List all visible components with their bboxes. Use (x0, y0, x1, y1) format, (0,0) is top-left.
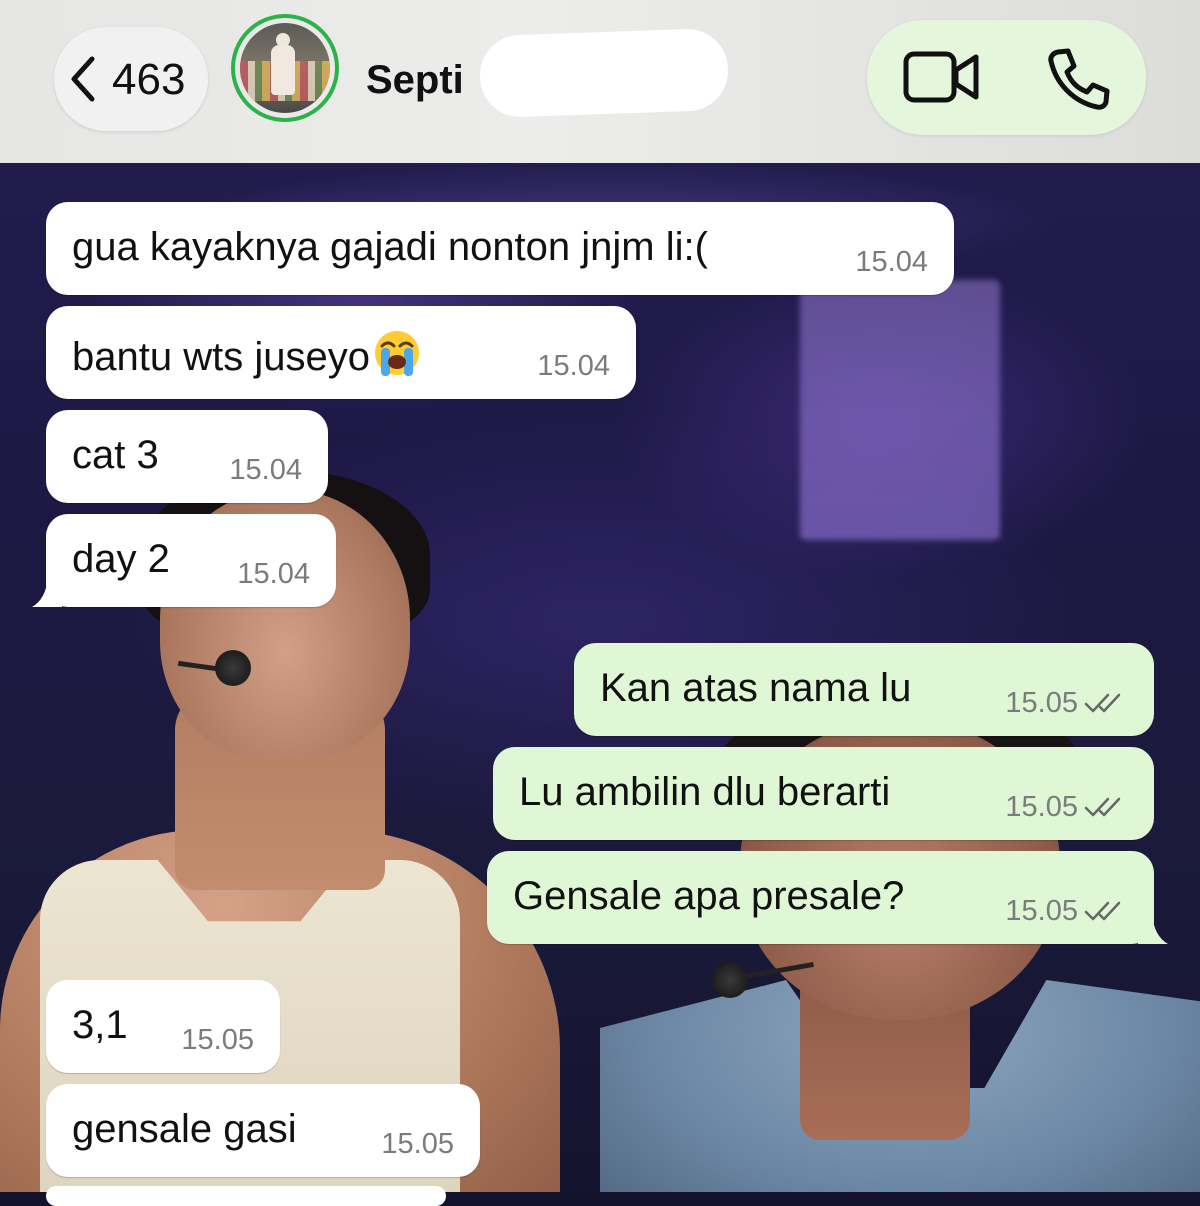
unread-count: 463 (112, 55, 186, 104)
video-call-icon (903, 51, 979, 103)
wallpaper-headset-mic-2 (712, 962, 748, 998)
message-text: Kan atas nama lu (600, 666, 912, 710)
message-text: 3,1 (72, 1003, 128, 1047)
chat-header: 463 Septi (0, 0, 1200, 163)
message-time: 15.04 (237, 558, 310, 590)
message-time: 15.05 (381, 1128, 454, 1160)
message-text: cat 3 (72, 433, 159, 477)
message-time: 15.05 (1005, 687, 1078, 719)
message-text: bantu wts juseyo (72, 335, 370, 379)
back-button[interactable]: 463 (54, 27, 208, 131)
message-bubble-outgoing[interactable]: Gensale apa presale? 15.05 (487, 851, 1168, 944)
chevron-left-icon (71, 56, 95, 102)
avatar-person-dress (271, 45, 295, 95)
message-bubble-outgoing[interactable]: Kan atas nama lu 15.05 (574, 643, 1154, 736)
voice-call-button[interactable] (1044, 46, 1112, 110)
message-time: 15.05 (181, 1024, 254, 1056)
message-text: Lu ambilin dlu berarti (519, 770, 891, 814)
bubble-tail (32, 577, 62, 607)
message-text: Gensale apa presale? (513, 874, 905, 918)
read-receipt-icon (1084, 693, 1121, 713)
message-time: 15.04 (537, 350, 610, 382)
message-bubble-incoming[interactable]: gensale gasi 15.05 (46, 1084, 480, 1177)
bubble-tail (1138, 914, 1168, 944)
read-receipt-icon (1084, 797, 1121, 817)
message-text: day 2 (72, 537, 170, 581)
message-bubble-incoming-partial[interactable] (46, 1186, 446, 1206)
contact-name[interactable]: Septi (366, 58, 464, 103)
message-text-wrap: bantu wts juseyo (72, 328, 422, 380)
video-call-button[interactable] (902, 48, 982, 106)
phone-icon (1048, 48, 1110, 110)
message-time: 15.05 (1005, 895, 1078, 927)
message-time: 15.04 (229, 454, 302, 486)
message-text: gua kayaknya gajadi nonton jnjm li:( (72, 225, 708, 269)
message-bubble-incoming[interactable]: 3,1 15.05 (46, 980, 280, 1073)
message-bubble-incoming[interactable]: cat 3 15.04 (46, 410, 328, 503)
message-text: gensale gasi (72, 1107, 297, 1151)
message-bubble-incoming[interactable]: day 2 15.04 (32, 514, 336, 607)
contact-avatar[interactable] (231, 14, 339, 122)
read-receipt-icon (1084, 901, 1121, 921)
message-time: 15.04 (855, 246, 928, 278)
wallpaper-headset-mic (215, 650, 251, 686)
avatar-photo (240, 23, 330, 113)
loudly-crying-face-emoji (374, 331, 419, 376)
wallpaper-stage-light (800, 280, 1000, 540)
message-bubble-incoming[interactable]: gua kayaknya gajadi nonton jnjm li:( 15.… (46, 202, 954, 295)
message-bubble-incoming[interactable]: bantu wts juseyo 15.04 (46, 306, 636, 399)
redaction-mark (478, 27, 730, 119)
message-bubble-outgoing[interactable]: Lu ambilin dlu berarti 15.05 (493, 747, 1154, 840)
message-time: 15.05 (1005, 791, 1078, 823)
